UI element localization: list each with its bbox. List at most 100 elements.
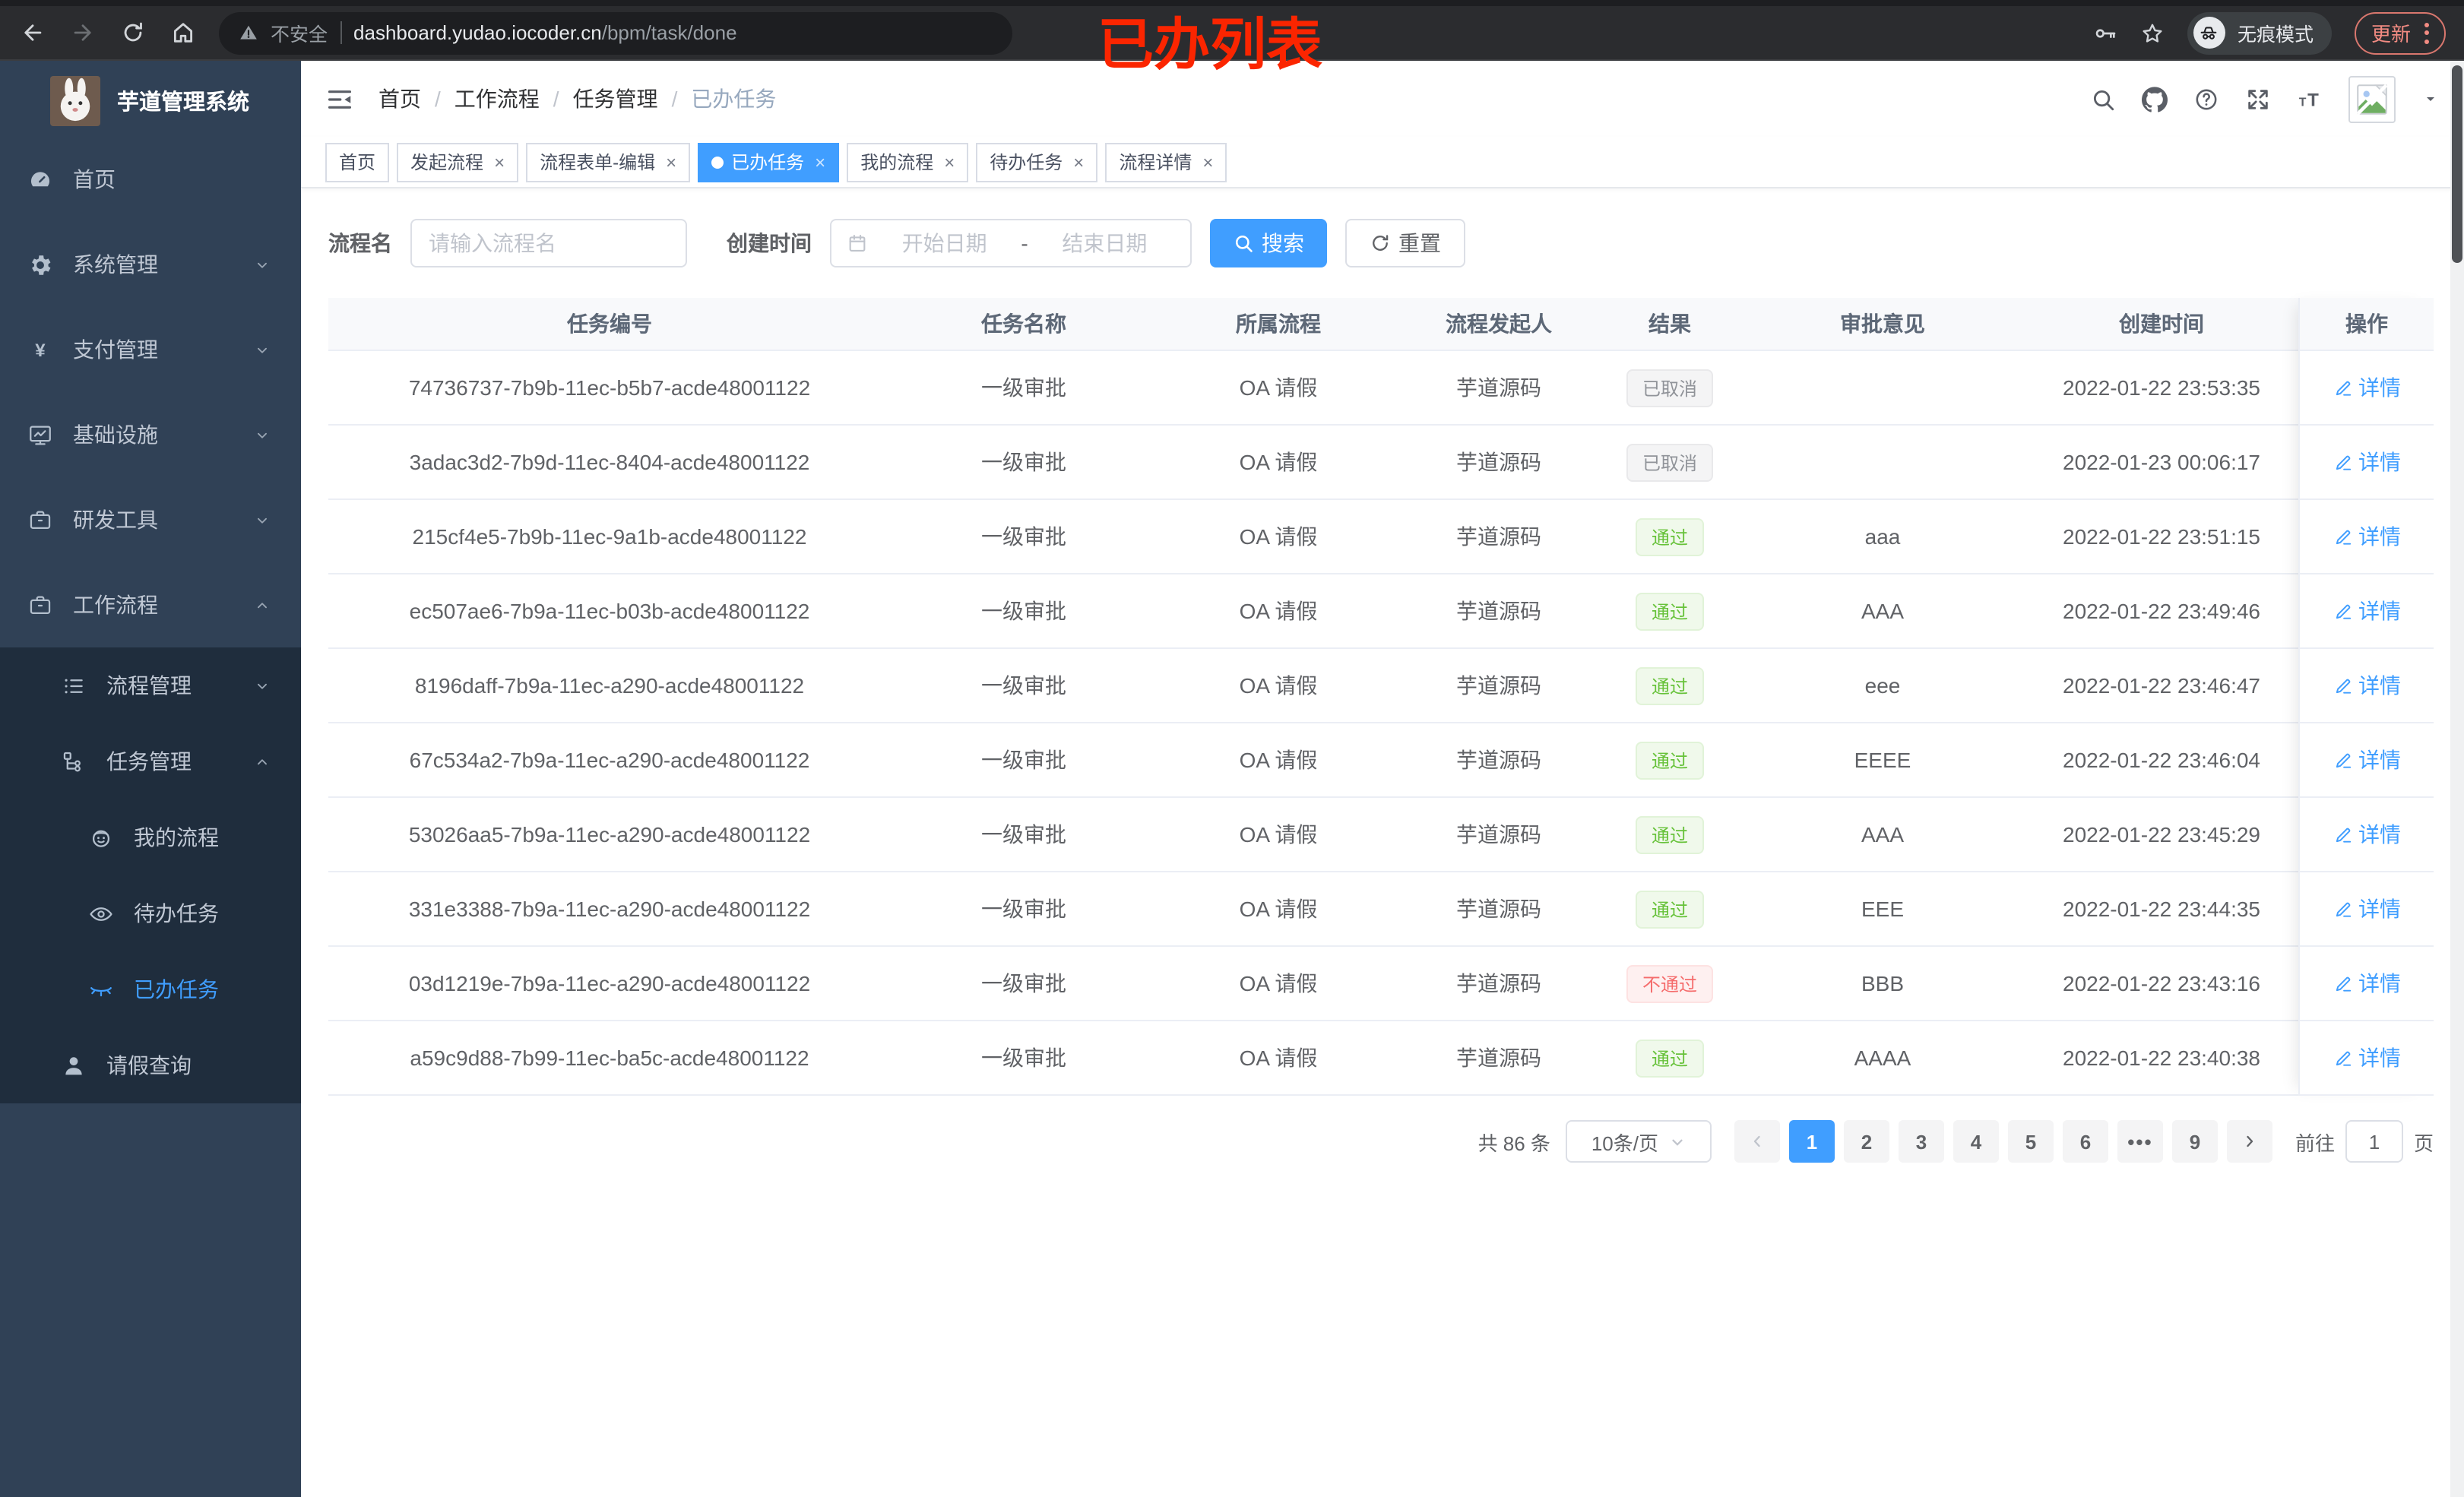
detail-link[interactable]: 详情	[2333, 968, 2401, 999]
date-range-picker[interactable]: 开始日期 - 结束日期	[830, 219, 1192, 267]
reset-button[interactable]: 重置	[1345, 219, 1465, 267]
address-bar[interactable]: 不安全 dashboard.yudao.iocoder.cn/bpm/task/…	[219, 11, 1012, 54]
sidebar-item-task-management[interactable]: 任务管理	[0, 723, 301, 799]
search-button[interactable]: 搜索	[1210, 219, 1327, 267]
tree-icon	[59, 748, 87, 775]
tab-todo-tasks[interactable]: 待办任务 ×	[976, 142, 1098, 182]
breadcrumb-task-management[interactable]: 任务管理	[573, 84, 658, 114]
task-name-cell: 一级审批	[981, 375, 1066, 400]
detail-link[interactable]: 详情	[2333, 745, 2401, 775]
page-button-6[interactable]: 6	[2062, 1120, 2108, 1163]
breadcrumb-workflow[interactable]: 工作流程	[454, 84, 540, 114]
detail-link-label: 详情	[2358, 375, 2401, 400]
page-button-4[interactable]: 4	[1953, 1120, 1999, 1163]
prev-page-button[interactable]	[1734, 1120, 1780, 1163]
detail-link[interactable]: 详情	[2333, 521, 2401, 552]
comment-cell: EEE	[1861, 897, 1904, 921]
page-ellipsis[interactable]: •••	[2117, 1120, 2163, 1163]
sidebar: 芋道管理系统 首页 系统管理 ¥ 支付管理 基础设施 研发工具 工作流程 流程管理 任务管理 我的…	[0, 61, 301, 1497]
sidebar-item-infrastructure[interactable]: 基础设施	[0, 392, 301, 477]
close-icon[interactable]: ×	[1202, 153, 1213, 171]
sidebar-item-home[interactable]: 首页	[0, 137, 301, 222]
page-button-9[interactable]: 9	[2171, 1120, 2218, 1163]
sidebar-item-workflow[interactable]: 工作流程	[0, 562, 301, 647]
sidebar-menu: 首页 系统管理 ¥ 支付管理 基础设施 研发工具工作流程流程管理 任务管理 我的流程 待办任务已…	[0, 137, 301, 1103]
end-date-placeholder: 结束日期	[1062, 231, 1148, 255]
detail-link[interactable]: 详情	[2333, 894, 2401, 924]
github-icon[interactable]	[2142, 86, 2168, 112]
page-button-3[interactable]: 3	[1898, 1120, 1944, 1163]
edit-pen-icon	[2333, 1048, 2352, 1068]
process-name-input[interactable]	[410, 219, 687, 267]
user-avatar[interactable]	[2348, 75, 2396, 122]
sidebar-item-system[interactable]: 系统管理	[0, 222, 301, 307]
home-icon[interactable]	[163, 13, 202, 52]
scrollbar-track[interactable]	[2450, 61, 2464, 1497]
search-icon[interactable]	[2090, 86, 2116, 112]
detail-link[interactable]: 详情	[2333, 372, 2401, 403]
scrollbar-thumb[interactable]	[2452, 65, 2462, 263]
collapse-sidebar-icon[interactable]	[325, 84, 354, 113]
detail-link[interactable]: 详情	[2333, 447, 2401, 477]
key-icon[interactable]	[2093, 21, 2117, 45]
detail-link[interactable]: 详情	[2333, 670, 2401, 701]
sidebar-item-todo-tasks[interactable]: 待办任务	[0, 875, 301, 951]
sidebar-item-payment[interactable]: ¥ 支付管理	[0, 307, 301, 392]
tabs-bar: 首页 发起流程 × 流程表单-编辑 × 已办任务 × 我的流程 × 待办任务 × 流程详情 ×	[301, 137, 2464, 188]
sidebar-item-process-management[interactable]: 流程管理	[0, 647, 301, 723]
next-page-button[interactable]	[2226, 1120, 2272, 1163]
sidebar-item-leave-query[interactable]: 请假查询	[0, 1027, 301, 1103]
edit-pen-icon	[2333, 452, 2352, 472]
edit-pen-icon	[2333, 824, 2352, 844]
bookmark-star-icon[interactable]	[2140, 21, 2165, 45]
close-icon[interactable]: ×	[666, 153, 676, 171]
active-tab-dot	[711, 156, 724, 168]
forward-icon[interactable]	[62, 13, 102, 52]
close-icon[interactable]: ×	[944, 153, 955, 171]
tab-process-form-edit[interactable]: 流程表单-编辑 ×	[526, 142, 691, 182]
browser-menu-icon[interactable]	[2424, 22, 2429, 43]
back-icon[interactable]	[12, 13, 52, 52]
starter-cell: 芋道源码	[1456, 748, 1541, 772]
page-button-5[interactable]: 5	[2007, 1120, 2054, 1163]
result-cell: 通过	[1598, 872, 1742, 945]
tab-start-process[interactable]: 发起流程 ×	[397, 142, 519, 182]
font-size-icon[interactable]: TT	[2297, 86, 2323, 112]
sidebar-item-my-process[interactable]: 我的流程	[0, 799, 301, 875]
avatar-caret-icon[interactable]	[2421, 90, 2440, 108]
column-header: 结果	[1648, 312, 1691, 336]
close-icon[interactable]: ×	[815, 153, 825, 171]
column-header: 流程发起人	[1446, 312, 1552, 336]
tab-home[interactable]: 首页	[325, 142, 390, 182]
close-icon[interactable]: ×	[1073, 153, 1084, 171]
process-cell: OA 请假	[1239, 450, 1318, 474]
fullscreen-icon[interactable]	[2245, 86, 2271, 112]
detail-link[interactable]: 详情	[2333, 819, 2401, 850]
close-icon[interactable]: ×	[494, 153, 505, 171]
help-icon[interactable]	[2193, 86, 2219, 112]
page-button-1[interactable]: 1	[1788, 1120, 1835, 1163]
tab-process-detail[interactable]: 流程详情 ×	[1105, 142, 1227, 182]
goto-page-input[interactable]	[2345, 1120, 2403, 1163]
chevron-up-icon	[254, 597, 271, 613]
update-button[interactable]: 更新	[2354, 11, 2446, 54]
breadcrumb-current: 已办任务	[691, 87, 777, 111]
sidebar-item-done-tasks[interactable]: 已办任务	[0, 951, 301, 1027]
header-actions: TT	[2090, 75, 2440, 122]
task-id-cell: 215cf4e5-7b9b-11ec-9a1b-acde48001122	[412, 524, 807, 549]
reload-icon[interactable]	[112, 13, 152, 52]
detail-link[interactable]: 详情	[2333, 596, 2401, 626]
filter-bar: 流程名 创建时间 开始日期 - 结束日期 搜索 重置	[328, 219, 2437, 267]
tab-done-tasks[interactable]: 已办任务 ×	[698, 142, 840, 182]
sidebar-item-label: 工作流程	[73, 593, 158, 617]
result-badge: 不通过	[1626, 964, 1712, 1002]
sidebar-item-dev-tools[interactable]: 研发工具	[0, 477, 301, 562]
page-size-select[interactable]: 10条/页	[1565, 1120, 1712, 1163]
starter-cell: 芋道源码	[1456, 673, 1541, 698]
page-button-2[interactable]: 2	[1843, 1120, 1889, 1163]
breadcrumb-home[interactable]: 首页	[378, 84, 421, 114]
detail-link[interactable]: 详情	[2333, 1043, 2401, 1073]
tab-my-process[interactable]: 我的流程 ×	[847, 142, 969, 182]
task-id-cell: 74736737-7b9b-11ec-b5b7-acde48001122	[408, 375, 811, 400]
breadcrumb: 首页 / 工作流程 / 任务管理 / 已办任务	[378, 84, 776, 114]
